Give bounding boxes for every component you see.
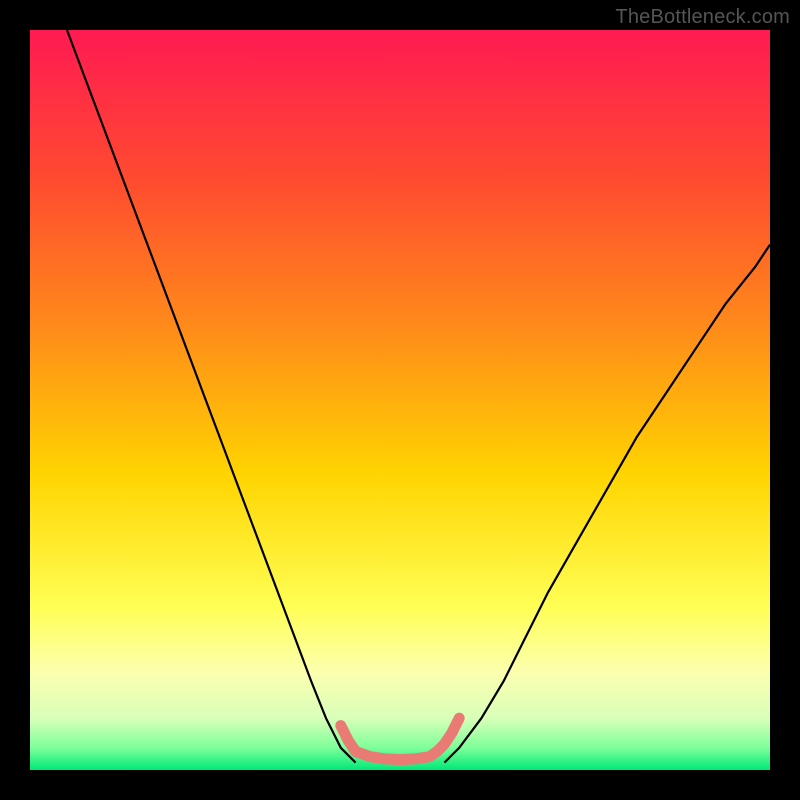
bottleneck-chart [30,30,770,770]
watermark-text: TheBottleneck.com [615,6,790,29]
chart-frame: TheBottleneck.com [0,0,800,800]
chart-background [30,30,770,770]
